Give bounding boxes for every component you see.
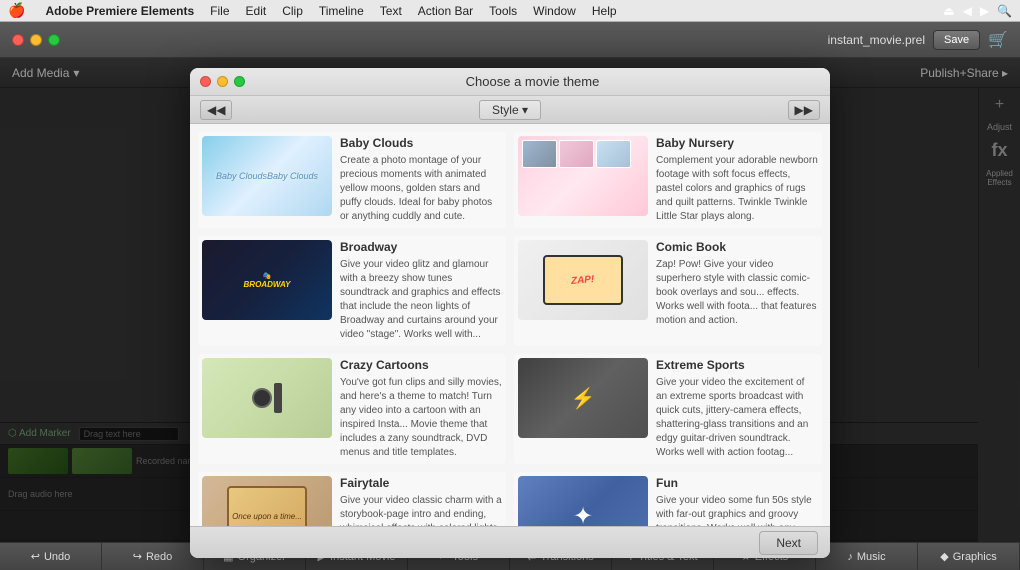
theme-card-crazy-cartoons[interactable]: Crazy Cartoons You've got fun clips and … [198,354,506,464]
cart-icon[interactable]: 🛒 [988,30,1008,50]
menu-tools[interactable]: Tools [489,4,517,18]
undo-icon: ↩ [31,550,40,563]
modal-maximize-button[interactable] [234,76,245,87]
theme-name-broadway: Broadway [340,240,502,254]
menu-bar-right: ⏏ ◀ ▶ 🔍 [943,4,1012,18]
next-button[interactable]: Next [759,531,818,555]
style-button[interactable]: Style ▾ [479,100,541,120]
menu-text[interactable]: Text [380,4,402,18]
modal-overlay: Choose a movie theme ◀◀ Style ▾ ▶▶ Baby … [0,58,1020,542]
menu-action-bar[interactable]: Action Bar [418,4,473,18]
theme-desc-broadway: Give your video glitz and glamour with a… [340,258,502,342]
menu-timeline[interactable]: Timeline [319,4,364,18]
menu-bar-icon-3: ▶ [980,4,989,18]
modal-close-button[interactable] [200,76,211,87]
theme-name-fairytale: Fairytale [340,476,502,490]
theme-card-extreme-sports[interactable]: ⚡ Extreme Sports Give your video the exc… [514,354,822,464]
theme-info-baby-nursery: Baby Nursery Complement your adorable ne… [656,136,818,224]
theme-desc-fairytale: Give your video classic charm with a sto… [340,494,502,526]
graphics-button[interactable]: ◆ Graphics [918,543,1020,570]
modal-content: Baby Clouds Baby Clouds Create a photo m… [190,124,830,526]
redo-icon: ↪ [133,550,142,563]
theme-info-broadway: Broadway Give your video glitz and glamo… [340,240,502,342]
menu-clip[interactable]: Clip [282,4,303,18]
theme-desc-crazy-cartoons: You've got fun clips and silly movies, a… [340,376,502,460]
theme-name-fun: Fun [656,476,818,490]
theme-info-comic-book: Comic Book Zap! Pow! Give your video sup… [656,240,818,342]
apple-menu[interactable]: 🍎 [8,2,25,19]
menu-file[interactable]: File [210,4,229,18]
redo-label: Redo [146,551,172,563]
theme-card-broadway[interactable]: 🎭 BROADWAY Broadway Give your video glit… [198,236,506,346]
window-controls [12,34,60,46]
theme-thumb-baby-clouds: Baby Clouds [202,136,332,216]
maximize-button[interactable] [48,34,60,46]
theme-card-fairytale[interactable]: Once upon a time... Fairytale Give your … [198,472,506,526]
theme-thumb-extreme-sports: ⚡ [518,358,648,438]
menu-bar: 🍎 Adobe Premiere Elements File Edit Clip… [0,0,1020,22]
undo-button[interactable]: ↩ Undo [0,543,102,570]
theme-name-baby-clouds: Baby Clouds [340,136,502,150]
redo-button[interactable]: ↪ Redo [102,543,204,570]
theme-thumb-baby-nursery [518,136,648,216]
theme-desc-fun: Give your video some fun 50s style with … [656,494,818,526]
top-toolbar: instant_movie.prel Save 🛒 [0,22,1020,58]
modal-titlebar: Choose a movie theme [190,68,830,96]
menu-bar-icon-4: 🔍 [997,4,1012,18]
save-button[interactable]: Save [933,30,980,50]
graphics-icon: ◆ [940,550,948,563]
music-label: Music [857,551,886,563]
theme-desc-baby-nursery: Complement your adorable newborn footage… [656,154,818,224]
nav-right-button[interactable]: ▶▶ [788,100,820,120]
theme-thumb-fairytale: Once upon a time... [202,476,332,526]
theme-desc-comic-book: Zap! Pow! Give your video superhero styl… [656,258,818,328]
theme-card-comic-book[interactable]: ZAP! Comic Book Zap! Pow! Give your vide… [514,236,822,346]
theme-info-baby-clouds: Baby Clouds Create a photo montage of yo… [340,136,502,224]
nav-left-button[interactable]: ◀◀ [200,100,232,120]
theme-card-baby-nursery[interactable]: Baby Nursery Complement your adorable ne… [514,132,822,228]
theme-name-extreme-sports: Extreme Sports [656,358,818,372]
modal-footer: Next [190,526,830,558]
filename-label: instant_movie.prel [828,33,925,47]
menu-edit[interactable]: Edit [246,4,267,18]
theme-info-crazy-cartoons: Crazy Cartoons You've got fun clips and … [340,358,502,460]
theme-info-extreme-sports: Extreme Sports Give your video the excit… [656,358,818,460]
menu-bar-icon-1: ⏏ [943,4,954,18]
modal-toolbar: ◀◀ Style ▾ ▶▶ [190,96,830,124]
menu-window[interactable]: Window [533,4,576,18]
theme-card-fun[interactable]: ✦ Fun Give your video some fun 50s style… [514,472,822,526]
theme-desc-baby-clouds: Create a photo montage of your precious … [340,154,502,224]
graphics-label: Graphics [953,551,997,563]
theme-desc-extreme-sports: Give your video the excitement of an ext… [656,376,818,460]
modal-title: Choose a movie theme [245,74,820,89]
modal-dialog: Choose a movie theme ◀◀ Style ▾ ▶▶ Baby … [190,68,830,558]
music-button[interactable]: ♪ Music [816,543,918,570]
menu-help[interactable]: Help [592,4,617,18]
theme-card-baby-clouds[interactable]: Baby Clouds Baby Clouds Create a photo m… [198,132,506,228]
modal-window-controls [200,76,245,87]
theme-name-baby-nursery: Baby Nursery [656,136,818,150]
theme-info-fun: Fun Give your video some fun 50s style w… [656,476,818,526]
modal-minimize-button[interactable] [217,76,228,87]
theme-thumb-fun: ✦ [518,476,648,526]
theme-thumb-comic-book: ZAP! [518,240,648,320]
theme-name-comic-book: Comic Book [656,240,818,254]
undo-label: Undo [44,551,70,563]
theme-thumb-crazy-cartoons [202,358,332,438]
close-button[interactable] [12,34,24,46]
music-icon: ♪ [847,551,853,563]
theme-thumb-broadway: 🎭 BROADWAY [202,240,332,320]
theme-name-crazy-cartoons: Crazy Cartoons [340,358,502,372]
menu-bar-icon-2: ◀ [963,4,972,18]
app-name: Adobe Premiere Elements [45,4,194,18]
theme-info-fairytale: Fairytale Give your video classic charm … [340,476,502,526]
minimize-button[interactable] [30,34,42,46]
